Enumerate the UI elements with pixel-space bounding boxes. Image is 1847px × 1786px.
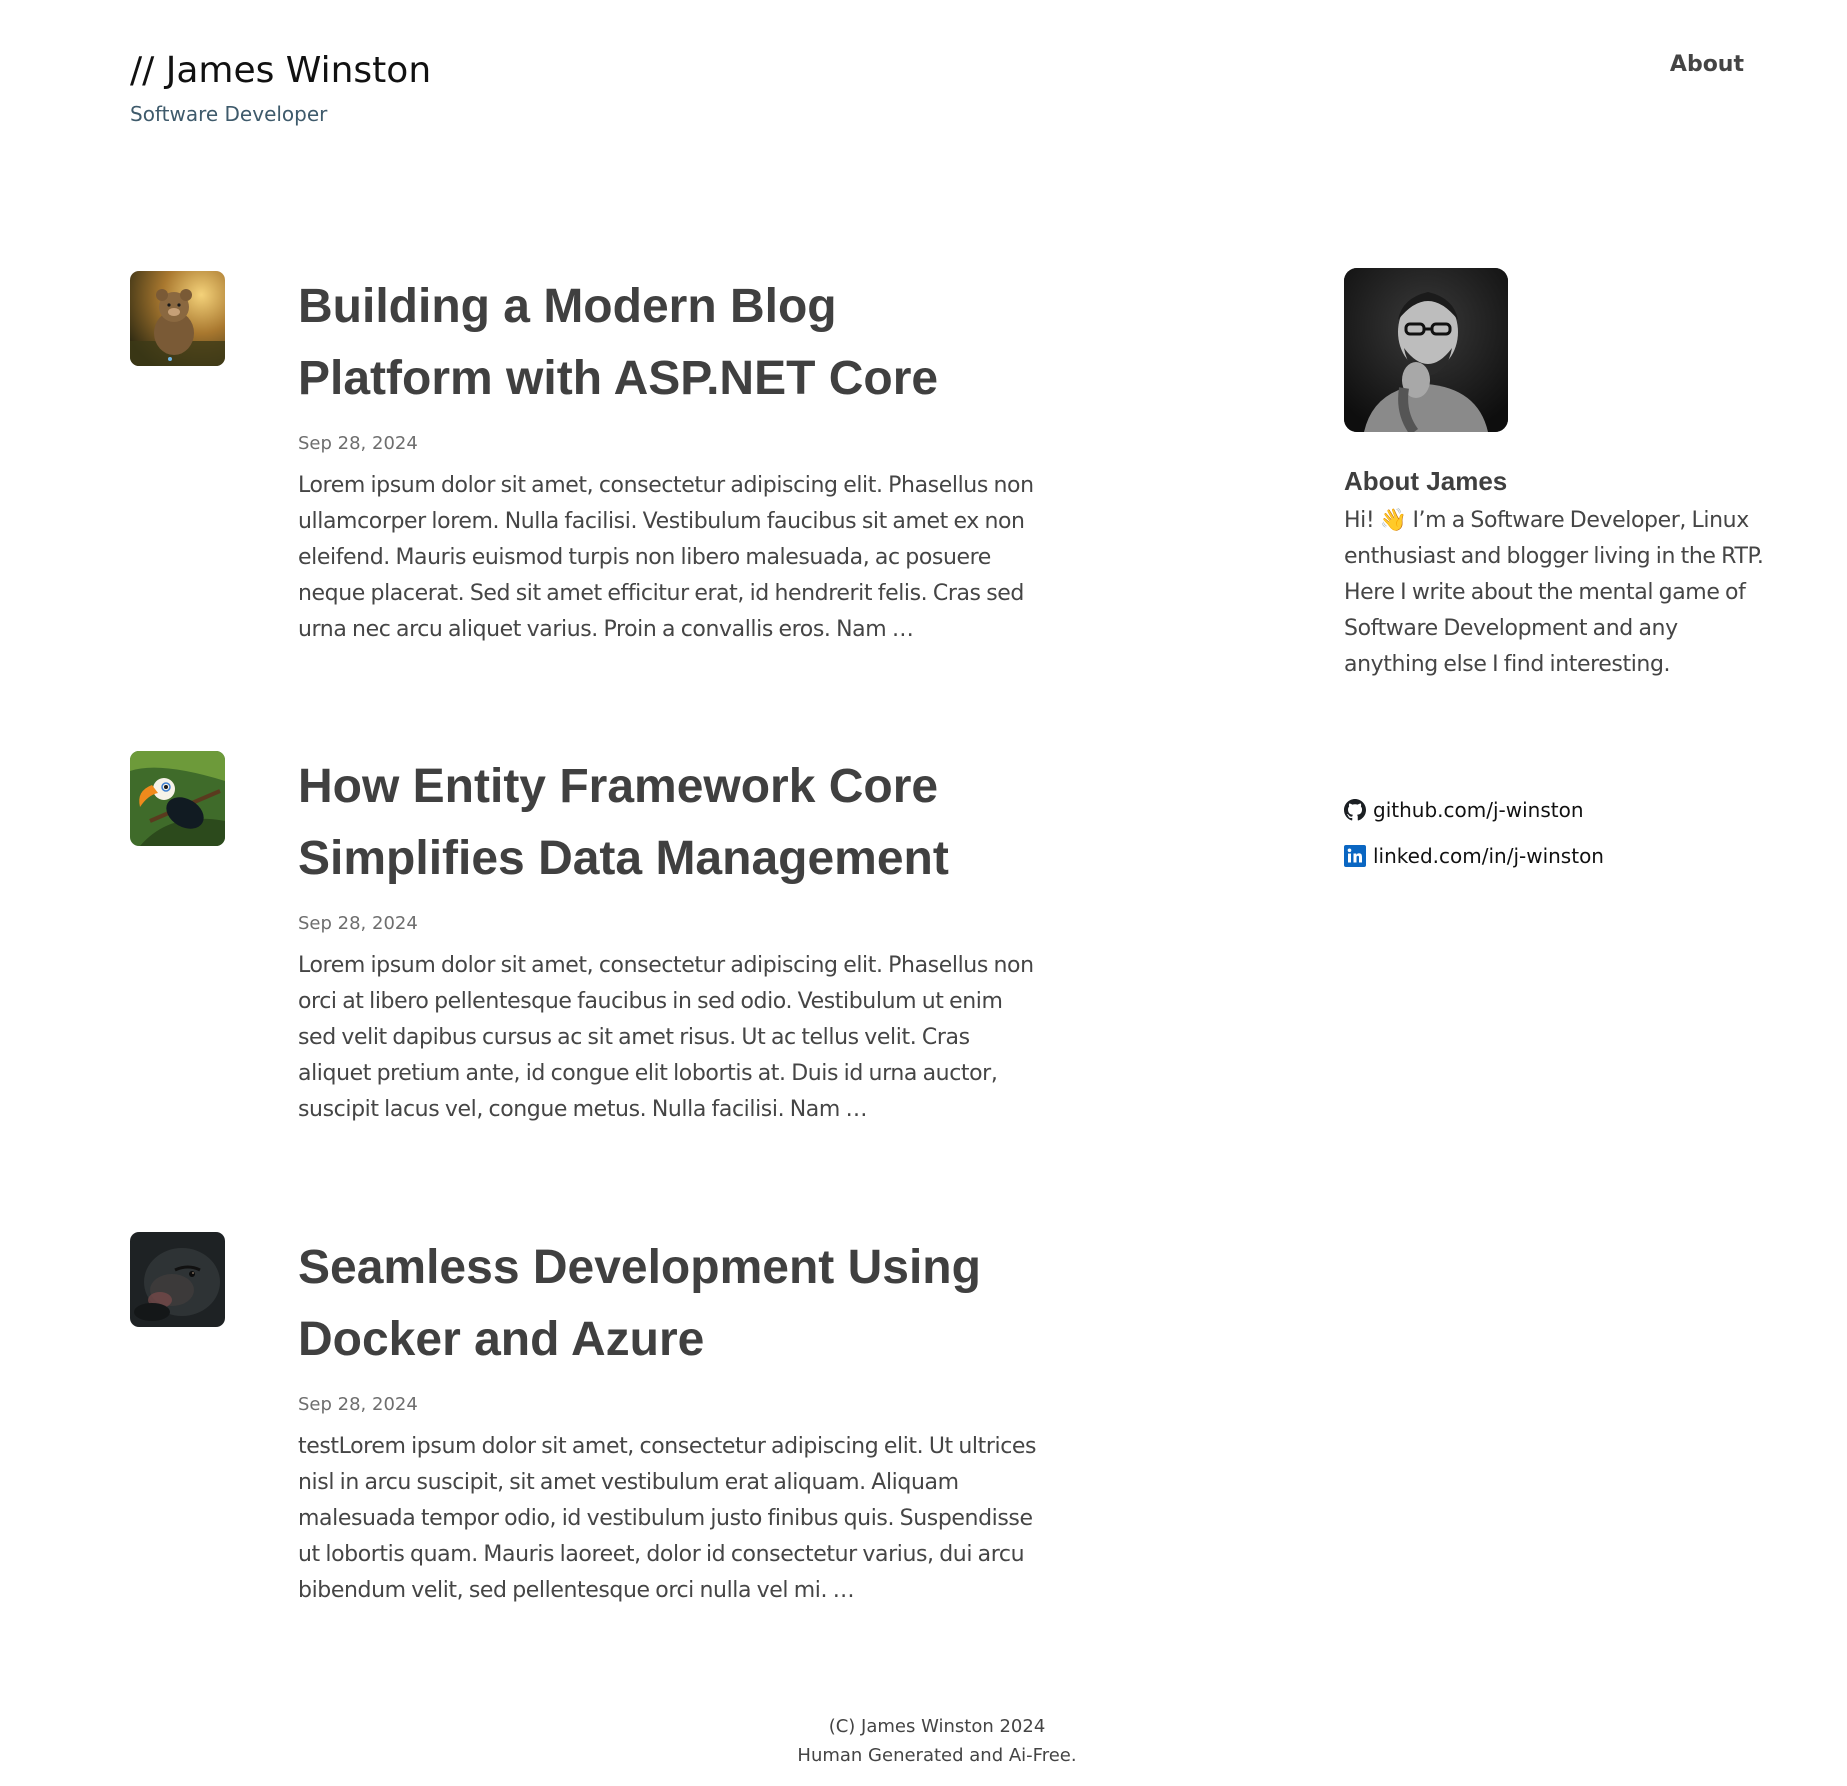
linkedin-icon xyxy=(1344,845,1366,867)
post-excerpt: Lorem ipsum dolor sit amet, consectetur … xyxy=(298,953,1034,1122)
gorilla-thumbnail[interactable] xyxy=(130,1232,225,1327)
post-date: Sep 28, 2024 xyxy=(298,913,418,934)
site-title[interactable]: // James Winston xyxy=(130,50,431,91)
post-title[interactable]: How Entity Framework Core Simplifies Dat… xyxy=(298,751,1038,895)
github-icon xyxy=(1344,799,1366,821)
post-title[interactable]: Seamless Development Using Docker and Az… xyxy=(298,1232,1038,1376)
profile-photo xyxy=(1344,268,1508,432)
teddy-bear-thumbnail[interactable] xyxy=(130,271,225,366)
about-text: Hi! 👋 I’m a Software Developer, Linux en… xyxy=(1344,508,1764,677)
post-title[interactable]: Building a Modern Blog Platform with ASP… xyxy=(298,271,1038,415)
github-link[interactable]: github.com/j-winston xyxy=(1344,787,1764,833)
linkedin-link-label: linked.com/in/j-winston xyxy=(1373,844,1604,868)
footer-tagline: Human Generated and Ai-Free. xyxy=(797,1745,1077,1766)
footer-copyright: (C) James Winston 2024 xyxy=(828,1716,1046,1737)
toucan-thumbnail[interactable] xyxy=(130,751,225,846)
post-date: Sep 28, 2024 xyxy=(298,1394,418,1415)
post-excerpt: Lorem ipsum dolor sit amet, consectetur … xyxy=(298,473,1034,642)
nav-about-link[interactable]: About xyxy=(1670,52,1744,77)
github-link-label: github.com/j-winston xyxy=(1373,798,1584,822)
sidebar: About James Hi! 👋 I’m a Software Develop… xyxy=(1344,268,1764,879)
about-heading: About James xyxy=(1344,466,1508,496)
linkedin-link[interactable]: linked.com/in/j-winston xyxy=(1344,833,1764,879)
site-subtitle: Software Developer xyxy=(130,102,328,126)
social-links: github.com/j-winston linked.com/in/j-win… xyxy=(1344,787,1764,879)
post-excerpt: testLorem ipsum dolor sit amet, consecte… xyxy=(298,1434,1037,1603)
post-date: Sep 28, 2024 xyxy=(298,433,418,454)
footer: (C) James Winston 2024 Human Generated a… xyxy=(0,1712,1847,1770)
